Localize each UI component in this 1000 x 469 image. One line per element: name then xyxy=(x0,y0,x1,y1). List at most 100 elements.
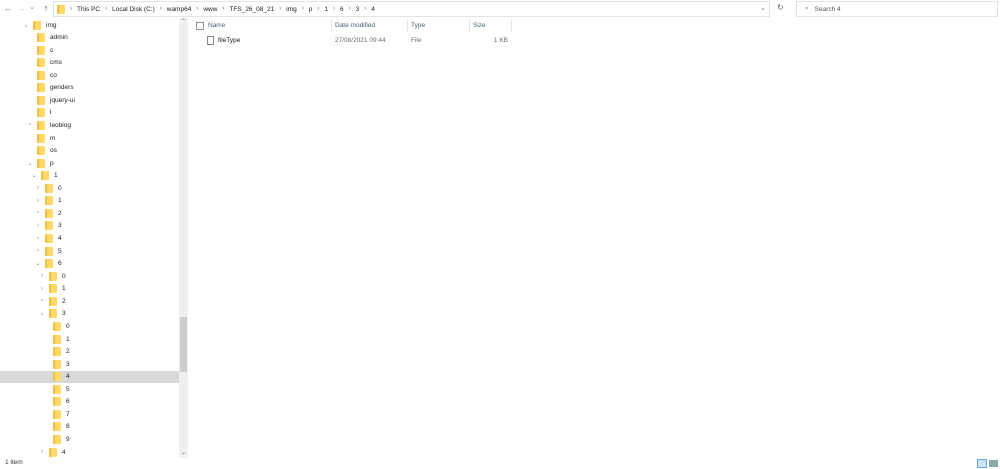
tree-item[interactable]: os xyxy=(0,145,179,157)
tree-item[interactable]: ⌄ 6 xyxy=(0,258,179,270)
tree-item[interactable]: › 4 xyxy=(0,233,179,245)
breadcrumb-separator-icon[interactable]: › xyxy=(105,6,107,12)
recent-locations-button[interactable]: ⌄ xyxy=(27,3,37,11)
chevron-right-icon[interactable]: › xyxy=(39,286,45,292)
breadcrumb-item[interactable]: TFS_26_08_21 xyxy=(229,6,274,13)
address-bar[interactable]: › This PC › Local Disk (C:) › wamp64 › www › TFS_… xyxy=(53,1,770,17)
breadcrumb-item[interactable]: Local Disk (C:) xyxy=(112,6,155,13)
tree-item[interactable]: 8 xyxy=(0,421,179,433)
breadcrumb-item[interactable]: wamp64 xyxy=(167,6,192,13)
scroll-up-icon[interactable]: ⌃ xyxy=(181,18,186,25)
breadcrumb-separator-icon[interactable]: › xyxy=(364,6,366,12)
tree-item[interactable]: jquery-ui xyxy=(0,94,179,106)
column-header-date[interactable]: Date modified xyxy=(332,20,408,32)
tree-item-label: 3 xyxy=(66,360,70,368)
breadcrumb-item[interactable]: p xyxy=(309,6,313,13)
chevron-down-icon[interactable]: ⌄ xyxy=(39,310,45,317)
breadcrumb-separator-icon[interactable]: › xyxy=(317,6,319,12)
tree-item[interactable]: 5 xyxy=(0,383,179,395)
breadcrumb-separator-icon[interactable]: › xyxy=(160,6,162,12)
tree-item[interactable]: › 5 xyxy=(0,245,179,257)
chevron-down-icon[interactable]: ⌄ xyxy=(31,172,37,179)
forward-button[interactable]: → xyxy=(16,3,26,13)
chevron-right-icon[interactable]: › xyxy=(35,248,41,254)
breadcrumb-separator-icon[interactable]: › xyxy=(279,6,281,12)
tree-item[interactable]: ⌄ 1 xyxy=(0,170,179,182)
breadcrumb-separator-icon[interactable]: › xyxy=(349,6,351,12)
chevron-down-icon[interactable]: ⌄ xyxy=(27,160,33,167)
large-icons-view-button[interactable] xyxy=(989,460,998,467)
chevron-right-icon[interactable]: › xyxy=(39,449,45,455)
folder-icon xyxy=(53,434,61,444)
search-icon: ⌕ xyxy=(805,5,809,12)
select-all-checkbox[interactable] xyxy=(196,22,204,30)
tree-item[interactable]: › 2 xyxy=(0,295,179,307)
tree-item[interactable]: › leoblog xyxy=(0,119,179,131)
tree-item[interactable]: ⌄ p xyxy=(0,157,179,169)
breadcrumb-item[interactable]: 4 xyxy=(371,6,375,13)
tree-item[interactable]: 1 xyxy=(0,333,179,345)
search-input[interactable]: ⌕ Search 4 xyxy=(796,1,998,17)
chevron-right-icon[interactable]: › xyxy=(35,198,41,204)
tree-item[interactable]: 4 xyxy=(0,370,179,383)
column-header-type[interactable]: Type xyxy=(408,20,470,32)
back-button[interactable]: ← xyxy=(3,3,13,13)
chevron-right-icon[interactable]: › xyxy=(35,223,41,229)
breadcrumb-item[interactable]: 1 xyxy=(324,6,328,13)
tree-scrollbar[interactable] xyxy=(179,18,188,458)
tree-item[interactable]: 7 xyxy=(0,408,179,420)
breadcrumb-separator-icon[interactable]: › xyxy=(70,6,72,12)
tree-item[interactable]: cms xyxy=(0,57,179,69)
breadcrumb-separator-icon[interactable]: › xyxy=(196,6,198,12)
breadcrumb-item[interactable]: This PC xyxy=(77,6,100,13)
folder-icon xyxy=(37,33,45,43)
tree-item[interactable]: › 4 xyxy=(0,446,179,458)
breadcrumb-separator-icon[interactable]: › xyxy=(222,6,224,12)
tree-item[interactable]: ⌄ img xyxy=(0,19,179,31)
chevron-right-icon[interactable]: › xyxy=(39,298,45,304)
scroll-down-icon[interactable]: ⌄ xyxy=(181,449,186,456)
chevron-right-icon[interactable]: › xyxy=(35,185,41,191)
breadcrumb-item[interactable]: 3 xyxy=(356,6,360,13)
tree-item[interactable]: co xyxy=(0,69,179,81)
column-header-name[interactable]: Name xyxy=(205,20,332,32)
breadcrumb-separator-icon[interactable]: › xyxy=(302,6,304,12)
tree-item[interactable]: 2 xyxy=(0,346,179,358)
tree-item[interactable]: › 1 xyxy=(0,195,179,207)
tree-item[interactable]: m xyxy=(0,132,179,144)
tree-item[interactable]: c xyxy=(0,44,179,56)
folder-icon xyxy=(45,208,53,218)
refresh-button[interactable]: ↻ xyxy=(777,3,784,12)
tree-item[interactable]: 6 xyxy=(0,396,179,408)
tree-item[interactable]: 0 xyxy=(0,320,179,332)
scrollbar-thumb[interactable] xyxy=(180,317,187,372)
breadcrumb-item[interactable]: 6 xyxy=(340,6,344,13)
address-dropdown-button[interactable]: ⌄ xyxy=(760,4,766,12)
chevron-right-icon[interactable]: › xyxy=(35,210,41,216)
tree-item[interactable]: 9 xyxy=(0,433,179,445)
breadcrumb-item[interactable]: www xyxy=(203,6,217,13)
chevron-right-icon[interactable]: › xyxy=(27,122,33,128)
tree-item[interactable]: › 1 xyxy=(0,283,179,295)
tree-item[interactable]: 3 xyxy=(0,358,179,370)
tree-item[interactable]: › 0 xyxy=(0,270,179,282)
chevron-right-icon[interactable]: › xyxy=(35,236,41,242)
folder-icon xyxy=(37,133,45,143)
breadcrumb-separator-icon[interactable]: › xyxy=(333,6,335,12)
tree-item[interactable]: › 0 xyxy=(0,182,179,194)
tree-item-label: 1 xyxy=(54,172,58,180)
chevron-down-icon[interactable]: ⌄ xyxy=(23,22,29,29)
chevron-down-icon[interactable]: ⌄ xyxy=(35,260,41,267)
tree-item[interactable]: admin xyxy=(0,32,179,44)
details-view-button[interactable] xyxy=(977,459,987,468)
tree-item[interactable]: ⌄ 3 xyxy=(0,308,179,320)
column-header-size[interactable]: Size xyxy=(470,20,512,32)
tree-item[interactable]: l xyxy=(0,107,179,119)
tree-item-label: 5 xyxy=(58,247,62,255)
breadcrumb-item[interactable]: img xyxy=(286,6,296,13)
chevron-right-icon[interactable]: › xyxy=(39,273,45,279)
tree-item[interactable]: › 2 xyxy=(0,207,179,219)
tree-item[interactable]: genders xyxy=(0,82,179,94)
tree-item[interactable]: › 3 xyxy=(0,220,179,232)
up-button[interactable]: ↑ xyxy=(41,3,51,13)
